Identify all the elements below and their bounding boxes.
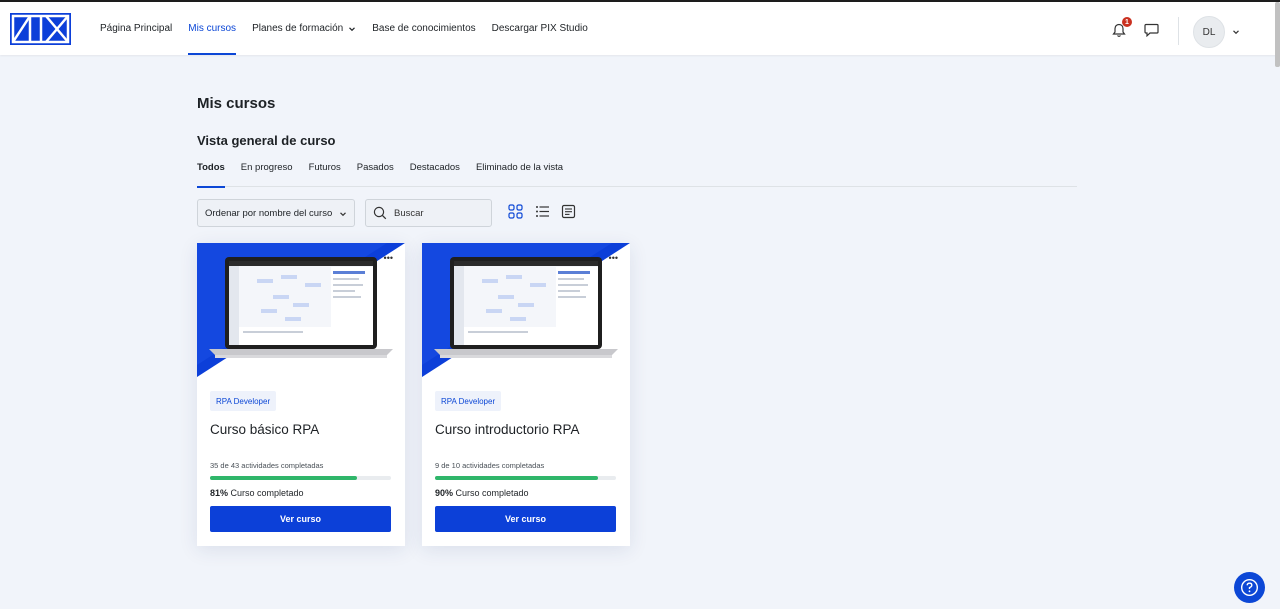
pix-logo[interactable]: [10, 13, 71, 45]
tab-hidden[interactable]: Eliminado de la vista: [476, 161, 563, 187]
activities-completed: 9 de 10 actividades completadas: [435, 461, 545, 470]
search-box[interactable]: [365, 199, 492, 227]
completion-suffix: Curso completado: [453, 488, 529, 498]
completion-percent: 90%: [435, 488, 454, 498]
message-icon[interactable]: [1144, 23, 1159, 37]
course-card: ••• RPA Developer Curso básico RPA 35 de…: [197, 243, 405, 546]
course-category: RPA Developer: [210, 391, 277, 411]
nav-item-label: Página Principal: [100, 23, 173, 34]
navbar-divider: [1178, 17, 1179, 45]
chevron-down-icon: [349, 26, 356, 31]
course-image-illustration: [422, 243, 630, 377]
grid-view-icon[interactable]: [508, 204, 523, 219]
nav-item-home[interactable]: Página Principal: [100, 2, 172, 55]
tab-past[interactable]: Pasados: [357, 161, 394, 187]
course-card: ••• RPA Developer Curso introductorio RP…: [422, 243, 630, 546]
chevron-down-icon[interactable]: [1232, 28, 1240, 36]
nav-item-label: Descargar PIX Studio: [491, 23, 588, 34]
course-name[interactable]: Curso introductorio RPA: [435, 422, 580, 437]
tab-starred[interactable]: Destacados: [410, 161, 460, 187]
view-course-button[interactable]: Ver curso: [435, 506, 616, 532]
tab-in-progress[interactable]: En progreso: [241, 161, 293, 187]
page-scrollbar[interactable]: [1275, 2, 1280, 67]
course-filter-tabs: Todos En progreso Futuros Pasados Destac…: [197, 161, 1077, 188]
main-nav: Página Principal Mis cursos Planes de fo…: [100, 2, 604, 55]
completion-suffix: Curso completado: [228, 488, 304, 498]
course-image[interactable]: •••: [197, 243, 405, 377]
view-course-button[interactable]: Ver curso: [210, 506, 391, 532]
nav-item-label: Planes de formación: [252, 23, 344, 34]
course-name[interactable]: Curso básico RPA: [210, 422, 319, 437]
nav-item-knowledge-base[interactable]: Base de conocimientos: [372, 2, 475, 55]
tab-future[interactable]: Futuros: [309, 161, 341, 187]
user-initials: DL: [1202, 26, 1216, 38]
course-image-illustration: [197, 243, 405, 377]
top-navbar: Página Principal Mis cursos Planes de fo…: [0, 2, 1280, 55]
user-avatar[interactable]: DL: [1193, 16, 1225, 48]
section-title: Vista general de curso: [197, 133, 336, 148]
nav-item-label: Mis cursos: [188, 23, 237, 34]
chevron-down-icon: [340, 212, 346, 217]
completion-text: 90% Curso completado: [435, 488, 529, 498]
list-view-icon[interactable]: [535, 204, 550, 219]
nav-item-download-studio[interactable]: Descargar PIX Studio: [492, 2, 588, 55]
progress-bar: [435, 476, 616, 480]
sort-select-label: Ordenar por nombre del curso: [205, 207, 333, 219]
completion-percent: 81%: [210, 488, 229, 498]
progress-fill: [210, 476, 357, 480]
search-icon: [373, 206, 387, 220]
search-input[interactable]: [394, 207, 484, 219]
question-icon: [1240, 578, 1259, 597]
progress-bar: [210, 476, 391, 480]
page-title: Mis cursos: [197, 95, 276, 112]
nav-item-label: Base de conocimientos: [372, 23, 476, 34]
tab-all[interactable]: Todos: [197, 161, 225, 188]
nav-item-my-courses[interactable]: Mis cursos: [188, 2, 236, 55]
course-image[interactable]: •••: [422, 243, 630, 377]
help-button[interactable]: [1234, 572, 1265, 603]
nav-item-training-plans[interactable]: Planes de formación: [252, 2, 356, 55]
sort-select[interactable]: Ordenar por nombre del curso: [197, 199, 355, 227]
notification-badge: 1: [1122, 17, 1132, 27]
more-options-icon[interactable]: •••: [384, 253, 393, 263]
summary-view-icon[interactable]: [561, 204, 576, 219]
course-category: RPA Developer: [435, 391, 502, 411]
completion-text: 81% Curso completado: [210, 488, 304, 498]
activities-completed: 35 de 43 actividades completadas: [210, 461, 324, 470]
more-options-icon[interactable]: •••: [609, 253, 618, 263]
progress-fill: [435, 476, 598, 480]
